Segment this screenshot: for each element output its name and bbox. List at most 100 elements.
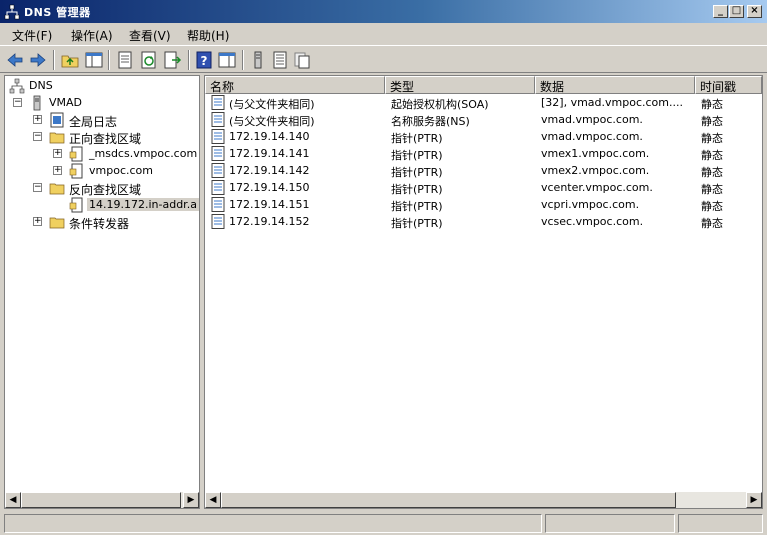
dns-app-icon — [4, 4, 20, 20]
svg-text:?: ? — [201, 54, 208, 68]
tree-label-global-logs: 全局日志 — [69, 115, 118, 129]
tree-label-forward-zones: 正向查找区域 — [69, 132, 142, 146]
collapse-server-toggle[interactable]: − — [13, 98, 22, 107]
table-row[interactable]: (与父文件夹相同) 名称服务器(NS) vmad.vmpoc.com. 静态 — [209, 111, 759, 128]
event-log-icon — [50, 112, 64, 128]
table-row[interactable]: 172.19.14.150 指针(PTR) vcenter.vmpoc.com. 静态 — [209, 179, 759, 196]
record-name: (与父文件夹相同) — [229, 115, 315, 128]
menu-help[interactable]: 帮助(H) — [187, 27, 229, 44]
expand-vmpoc-toggle[interactable]: + — [53, 166, 62, 175]
column-header-data[interactable]: 数据 — [535, 76, 695, 94]
properties-icon[interactable] — [115, 50, 135, 70]
record-icon — [211, 146, 225, 161]
column-header-timestamp[interactable]: 时间戳 — [695, 76, 762, 94]
status-bar — [0, 512, 767, 535]
tree-label-msdcs: _msdcs.vmpoc.com — [89, 147, 198, 160]
maximize-button[interactable]: □ — [729, 5, 744, 18]
tree-item-global-logs[interactable]: + 全局日志 — [9, 112, 189, 129]
record-icon — [211, 129, 225, 144]
record-name: 172.19.14.150 — [229, 181, 310, 194]
server-icon — [33, 95, 41, 111]
tree-item-reverse-zone-selected[interactable]: 14.19.172.in-addr.a — [9, 197, 199, 213]
column-header-name[interactable]: 名称 — [205, 76, 385, 94]
record-name: 172.19.14.151 — [229, 198, 310, 211]
refresh-icon[interactable] — [139, 50, 159, 70]
scroll-left-arrow-icon[interactable]: ◀ — [5, 492, 21, 508]
record-type: 名称服务器(NS) — [391, 115, 470, 128]
menu-view[interactable]: 查看(V) — [129, 27, 171, 44]
record-timestamp: 静态 — [701, 166, 723, 179]
expand-global-logs-toggle[interactable]: + — [33, 115, 42, 124]
table-row[interactable]: 172.19.14.141 指针(PTR) vmex1.vmpoc.com. 静态 — [209, 145, 759, 162]
tree-label-conditional: 条件转发器 — [69, 217, 130, 231]
menu-file[interactable]: 文件(F) — [12, 27, 52, 44]
status-cell-3 — [678, 514, 763, 533]
record-timestamp: 静态 — [701, 200, 723, 213]
zone-icon — [69, 163, 83, 179]
scroll-thumb[interactable] — [21, 492, 181, 508]
menu-bar: 文件(F) 操作(A) 查看(V) 帮助(H) — [0, 23, 767, 45]
tree-label-reverse-selected: 14.19.172.in-addr.a — [87, 198, 199, 211]
folder-icon — [49, 183, 65, 195]
back-icon[interactable] — [5, 50, 25, 70]
tree-item-forward-zones[interactable]: − 正向查找区域 — [9, 129, 189, 146]
record-type: 指针(PTR) — [391, 217, 443, 230]
help-icon[interactable]: ? — [194, 50, 214, 70]
expand-msdcs-toggle[interactable]: + — [53, 149, 62, 158]
record-timestamp: 静态 — [701, 217, 723, 230]
up-folder-icon[interactable] — [60, 50, 80, 70]
record-type: 指针(PTR) — [391, 132, 443, 145]
show-hide-tree-icon[interactable] — [84, 50, 104, 70]
record-icon — [211, 180, 225, 195]
action-pane-icon[interactable] — [217, 50, 237, 70]
column-header-type[interactable]: 类型 — [385, 76, 535, 94]
tree-item-vmpoc-zone[interactable]: + vmpoc.com — [9, 163, 189, 179]
record-timestamp: 静态 — [701, 98, 723, 111]
record-data: vcenter.vmpoc.com. — [541, 181, 653, 194]
close-button[interactable]: × — [747, 5, 762, 18]
tree-item-dns[interactable]: DNS — [9, 78, 189, 94]
tree-label-vmpoc: vmpoc.com — [89, 164, 153, 177]
toolbar: ? — [0, 45, 767, 73]
table-row[interactable]: (与父文件夹相同) 起始授权机构(SOA) [32], vmad.vmpoc.com… — [209, 94, 759, 111]
record-type: 指针(PTR) — [391, 149, 443, 162]
scroll-left-arrow-icon[interactable]: ◀ — [205, 492, 221, 508]
record-name: 172.19.14.140 — [229, 130, 310, 143]
record-icon — [211, 112, 225, 127]
record-icon — [211, 214, 225, 229]
tree-item-msdcs-zone[interactable]: + _msdcs.vmpoc.com — [9, 146, 197, 162]
tree-pane: DNS − VMAD + 全局日志 − 正向查找区域 + _msdcs.vmpo… — [4, 75, 200, 509]
copy-record-icon[interactable] — [292, 50, 312, 70]
collapse-forward-toggle[interactable]: − — [33, 132, 42, 141]
tree-label-dns: DNS — [29, 79, 53, 92]
record-list-icon[interactable] — [270, 50, 290, 70]
record-icon — [211, 197, 225, 212]
expand-conditional-toggle[interactable]: + — [33, 217, 42, 226]
tree-label-reverse-zones: 反向查找区域 — [69, 183, 142, 197]
scroll-right-arrow-icon[interactable]: ▶ — [183, 492, 199, 508]
table-row[interactable]: 172.19.14.151 指针(PTR) vcpri.vmpoc.com. 静态 — [209, 196, 759, 213]
export-list-icon[interactable] — [163, 50, 183, 70]
table-row[interactable]: 172.19.14.140 指针(PTR) vmad.vmpoc.com. 静态 — [209, 128, 759, 145]
table-row[interactable]: 172.19.14.152 指针(PTR) vcsec.vmpoc.com. 静态 — [209, 213, 759, 230]
record-name: 172.19.14.152 — [229, 215, 310, 228]
zone-icon — [69, 197, 83, 213]
scroll-thumb[interactable] — [221, 492, 676, 508]
tree-item-reverse-zones[interactable]: − 反向查找区域 — [9, 180, 189, 197]
record-icon — [211, 95, 225, 110]
tree-horizontal-scrollbar[interactable]: ◀ ▶ — [5, 492, 199, 508]
table-row[interactable]: 172.19.14.142 指针(PTR) vmex2.vmpoc.com. 静态 — [209, 162, 759, 179]
record-timestamp: 静态 — [701, 149, 723, 162]
menu-action[interactable]: 操作(A) — [71, 27, 113, 44]
record-timestamp: 静态 — [701, 132, 723, 145]
server-icon[interactable] — [248, 50, 268, 70]
tree-item-conditional-forwarders[interactable]: + 条件转发器 — [9, 214, 189, 231]
record-data: [32], vmad.vmpoc.com.... — [541, 96, 683, 109]
record-data: vcsec.vmpoc.com. — [541, 215, 644, 228]
tree-item-server[interactable]: − VMAD — [9, 95, 189, 111]
forward-icon[interactable] — [28, 50, 48, 70]
minimize-button[interactable]: _ — [713, 5, 728, 18]
list-horizontal-scrollbar[interactable]: ◀ ▶ — [205, 492, 762, 508]
scroll-right-arrow-icon[interactable]: ▶ — [746, 492, 762, 508]
collapse-reverse-toggle[interactable]: − — [33, 183, 42, 192]
